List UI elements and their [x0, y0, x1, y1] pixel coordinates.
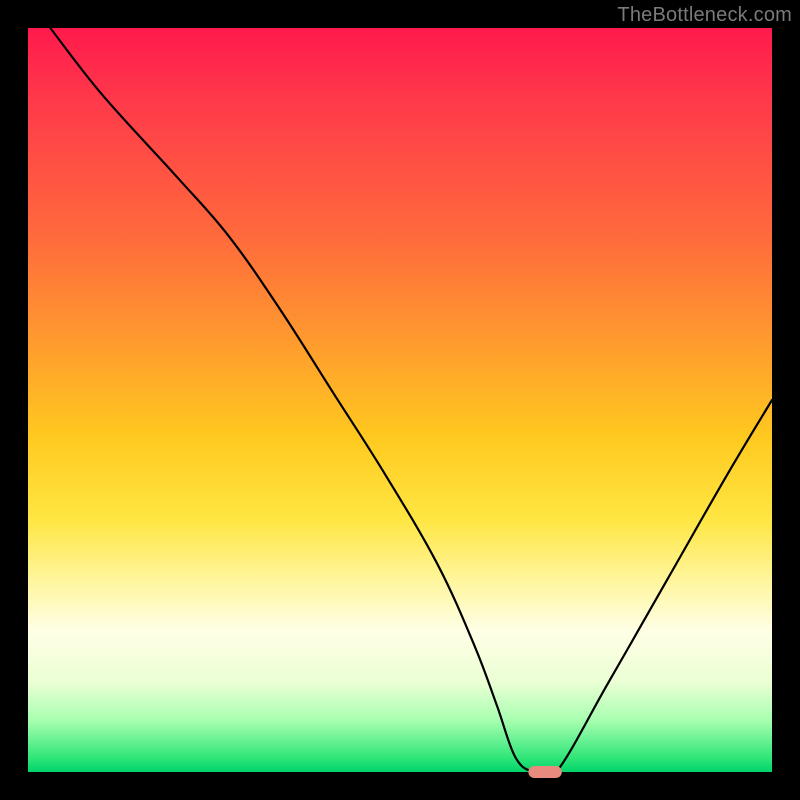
watermark-label: TheBottleneck.com: [617, 4, 792, 27]
optimal-marker: [528, 766, 561, 778]
curve-layer: [28, 28, 772, 772]
plot-area: [28, 28, 772, 772]
chart-stage: TheBottleneck.com: [0, 0, 800, 800]
bottleneck-curve: [50, 28, 772, 780]
